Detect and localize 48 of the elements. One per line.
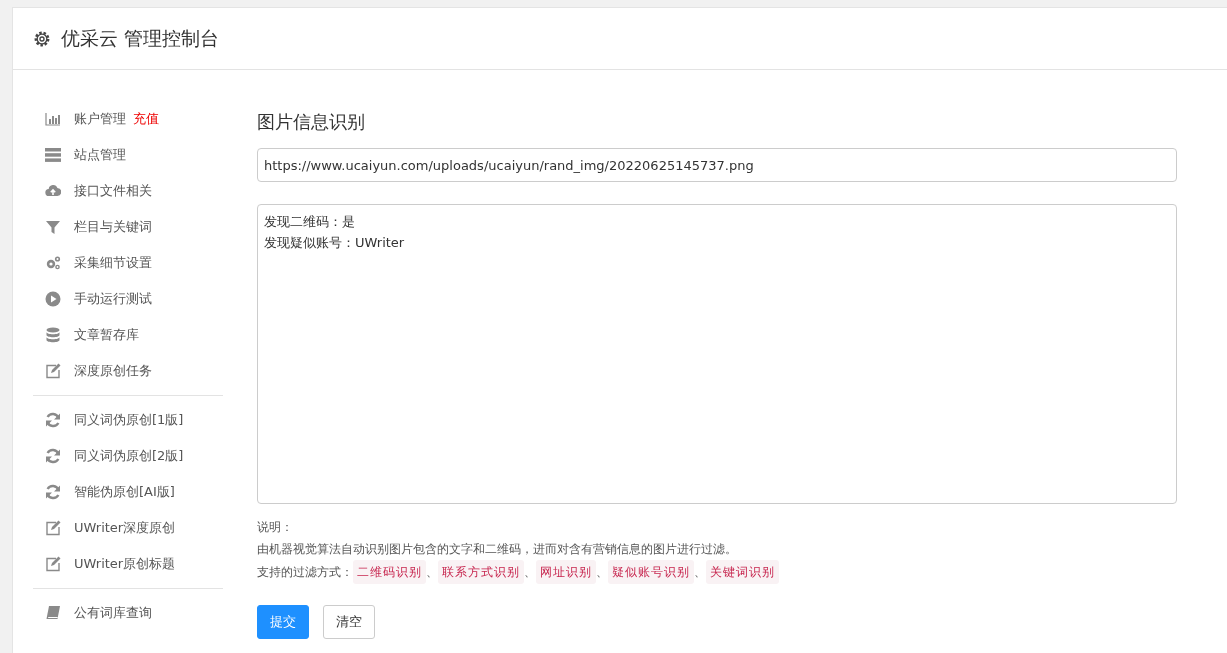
filter-tag: 联系方式识别: [438, 560, 524, 584]
gears-icon: [45, 255, 61, 271]
sidebar-item[interactable]: UWriter原创标题: [74, 555, 176, 573]
result-line: 发现二维码：是: [264, 214, 355, 229]
sidebar-item[interactable]: UWriter深度原创: [74, 519, 176, 537]
database-icon: [45, 327, 61, 343]
refresh-icon: [45, 448, 61, 464]
edit-icon: [45, 520, 61, 536]
sidebar-item[interactable]: 深度原创任务: [74, 362, 152, 380]
sidebar-item[interactable]: 手动运行测试: [74, 290, 152, 308]
separator-mark: 、: [596, 564, 608, 581]
sidebar-item[interactable]: 公有词库查询: [74, 604, 152, 622]
page-title: 图片信息识别: [257, 110, 366, 134]
separator-mark: 、: [426, 564, 438, 581]
sidebar-item[interactable]: 栏目与关键词: [74, 218, 152, 236]
filter-tag: 疑似账号识别: [608, 560, 694, 584]
edit-icon: [45, 556, 61, 572]
sidebar-item[interactable]: 站点管理: [74, 146, 126, 164]
notes-heading: 说明：: [257, 519, 294, 536]
sidebar-item[interactable]: 接口文件相关: [74, 182, 152, 200]
book-icon: [45, 605, 61, 621]
sidebar-item[interactable]: 智能伪原创[AI版]: [74, 483, 175, 501]
filter-icon: [45, 219, 61, 235]
separator-mark: 、: [694, 564, 706, 581]
clear-button[interactable]: 清空: [323, 605, 375, 639]
play-icon: [45, 291, 61, 307]
sidebar-item[interactable]: 同义词伪原创[1版]: [74, 411, 184, 429]
edit-icon: [45, 363, 61, 379]
cloud-icon: [45, 183, 61, 199]
app-title: 优采云 管理控制台: [61, 25, 220, 51]
refresh-icon: [45, 412, 61, 428]
filter-tag: 网址识别: [536, 560, 596, 584]
settings-icon: [33, 29, 51, 48]
filter-tag: 关键词识别: [706, 560, 779, 584]
sidebar-item[interactable]: 文章暂存库: [74, 326, 139, 344]
url-field[interactable]: https://www.ucaiyun.com/uploads/ucaiyun/rand_img/20220625145737.png: [257, 148, 1177, 182]
chart-icon: [45, 111, 61, 127]
filters-label: 支持的过滤方式：: [257, 564, 353, 581]
filter-tag: 二维码识别: [353, 560, 426, 584]
refresh-icon: [45, 484, 61, 500]
separator-mark: 、: [524, 564, 536, 581]
sidebar-item[interactable]: 采集细节设置: [74, 254, 152, 272]
sidebar-item[interactable]: 同义词伪原创[2版]: [74, 447, 184, 465]
sidebar-item[interactable]: 账户管理: [74, 110, 126, 128]
description-text: 由机器视觉算法自动识别图片包含的文字和二维码，进而对含有营销信息的图片进行过滤。: [257, 541, 738, 558]
result-line: 发现疑似账号：UWriter: [264, 235, 405, 250]
recharge-link[interactable]: 充值: [133, 110, 159, 128]
server-icon: [45, 147, 61, 163]
